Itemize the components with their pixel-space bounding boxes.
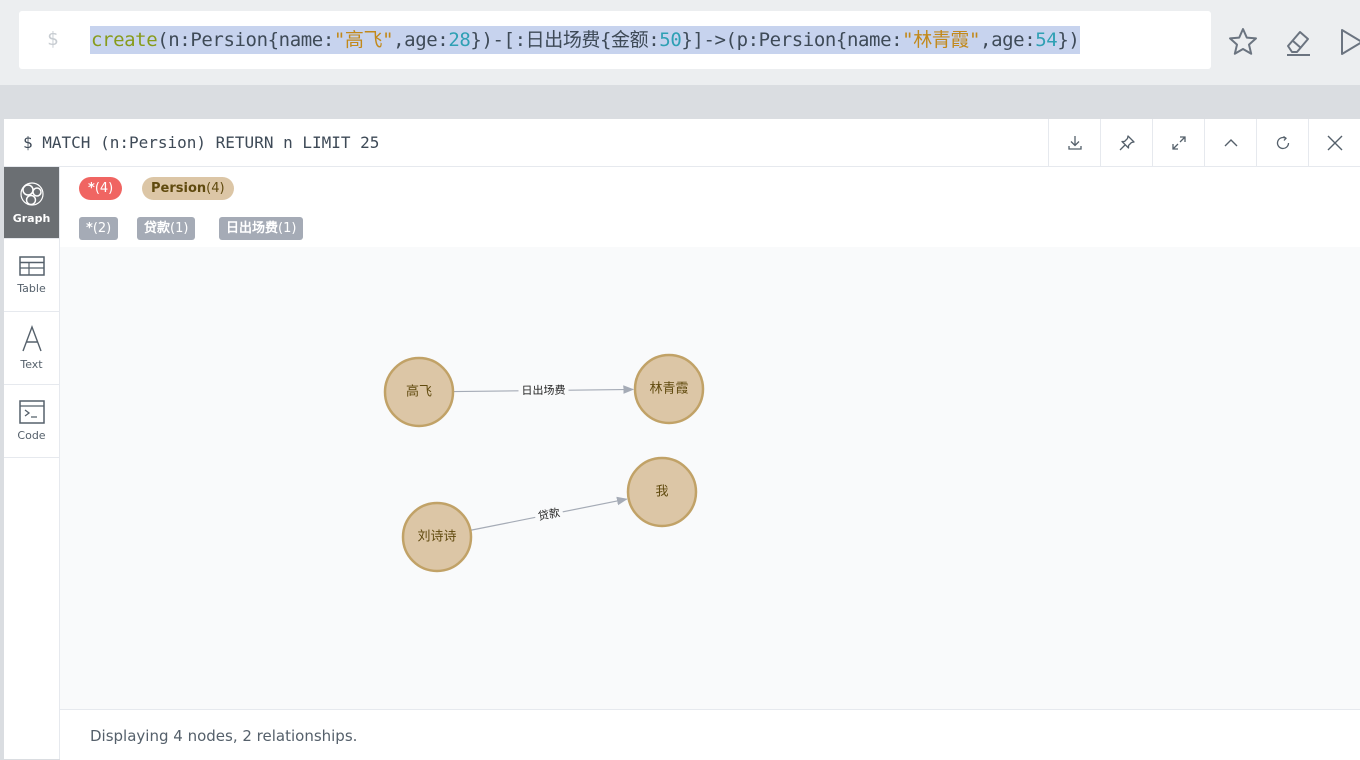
legend-rel-richuchangfei-label: 日出场费 — [226, 221, 279, 236]
graph-icon — [19, 181, 44, 206]
chevron-up-icon — [1224, 138, 1237, 146]
legend-rel-all-count: (2) — [92, 221, 112, 236]
sidebar-item-graph[interactable]: Graph — [4, 167, 59, 239]
expand-icon — [1171, 135, 1186, 150]
relationship-label[interactable]: 日出场费 — [521, 383, 565, 398]
legend-rel-all[interactable]: *(2) — [79, 217, 119, 240]
close-button[interactable] — [1308, 119, 1360, 166]
code-token: 50 — [659, 29, 682, 51]
sidebar-item-text[interactable]: Text — [4, 312, 59, 385]
code-token: 28 — [448, 29, 471, 51]
graph-node-label[interactable]: 刘诗诗 — [417, 530, 456, 545]
sidebar-label-code: Code — [17, 429, 46, 442]
relationship-label[interactable]: 贷款 — [537, 505, 561, 523]
rerun-button[interactable] — [1256, 119, 1308, 166]
code-icon — [18, 400, 45, 424]
sidebar-label-text: Text — [20, 358, 43, 371]
relationship-label-group[interactable]: 贷款 — [533, 504, 565, 525]
editor-code[interactable]: create(n:Persion{name:"高飞",age:28})-[:日出… — [90, 26, 1081, 54]
code-token: 54 — [1035, 29, 1058, 51]
code-token: }]->(p:Persion{name: — [681, 29, 903, 51]
code-token: ,age: — [980, 29, 1036, 51]
text-icon — [21, 325, 42, 352]
graph-node-label[interactable]: 林青霞 — [649, 382, 688, 397]
legend-node-all[interactable]: *(4) — [79, 177, 123, 200]
frame-query[interactable]: $ MATCH (n:Persion) RETURN n LIMIT 25 — [23, 133, 379, 152]
sidebar-item-code[interactable]: Code — [4, 385, 59, 458]
play-icon — [1341, 29, 1360, 55]
legend-rel-daikuan-label: 贷款 — [144, 221, 171, 236]
collapse-button[interactable] — [1204, 119, 1256, 166]
node-label-legend: *(4) Persion(4) — [60, 167, 1360, 208]
legend-node-persion-label: Persion — [151, 181, 207, 196]
frame-actions — [1048, 119, 1360, 166]
pin-button[interactable] — [1100, 119, 1152, 166]
legend-rel-richuchangfei-count: (1) — [278, 221, 297, 236]
legend-node-all-label: * — [88, 181, 95, 196]
legend-node-all-count: (4) — [94, 181, 114, 196]
eraser-icon — [1287, 31, 1310, 56]
sidebar-item-table[interactable]: Table — [4, 239, 59, 312]
close-icon — [1327, 135, 1342, 150]
legend-node-persion[interactable]: Persion(4) — [142, 177, 234, 200]
code-token: ,age: — [393, 29, 449, 51]
legend-rel-all-label: * — [86, 221, 93, 236]
download-icon — [1067, 135, 1082, 150]
favorite-button[interactable] — [1223, 22, 1263, 62]
legend-rel-richuchangfei[interactable]: 日出场费(1) — [219, 217, 304, 240]
code-token: "林青霞" — [902, 29, 981, 51]
editor-bar: $ create(n:Persion{name:"高飞",age:28})-[:… — [0, 0, 1360, 85]
fullscreen-button[interactable] — [1152, 119, 1204, 166]
legend-node-persion-count: (4) — [206, 181, 225, 196]
code-token: "高飞" — [333, 29, 394, 51]
sidebar-label-graph: Graph — [12, 211, 51, 225]
legend-rel-daikuan[interactable]: 贷款(1) — [137, 217, 196, 240]
code-token: create — [91, 29, 158, 51]
download-button[interactable] — [1048, 119, 1100, 166]
graph-node-label[interactable]: 我 — [655, 485, 668, 500]
code-token: }) — [1057, 29, 1080, 51]
refresh-icon — [1276, 135, 1289, 149]
code-token: (n:Persion{name: — [157, 29, 334, 51]
status-bar: Displaying 4 nodes, 2 relationships. — [60, 709, 1360, 760]
sidebar-label-table: Table — [17, 282, 46, 295]
graph-canvas[interactable]: 日出场费贷款 高飞 林青霞刘诗诗 我 — [60, 247, 1360, 709]
graph-node-label[interactable]: 高飞 — [406, 384, 432, 400]
relationship-label-group[interactable]: 日出场费 — [518, 383, 569, 398]
code-token: })-[:日出场费{金额: — [470, 29, 660, 51]
view-sidebar: Graph Table Text Code — [4, 167, 60, 759]
table-icon — [18, 256, 45, 276]
pin-icon — [1119, 134, 1135, 150]
legend-rel-daikuan-count: (1) — [170, 221, 189, 236]
frame-header: $ MATCH (n:Persion) RETURN n LIMIT 25 — [4, 119, 1360, 167]
result-frame: $ MATCH (n:Persion) RETURN n LIMIT 25 Gr… — [4, 119, 1360, 760]
run-button[interactable] — [1330, 22, 1360, 62]
relationship-type-legend: *(2) 贷款(1) 日出场费(1) — [60, 207, 1360, 248]
star-icon — [1229, 28, 1257, 55]
editor-prompt: $ — [47, 28, 59, 50]
graph-svg[interactable]: 日出场费贷款 高飞 林青霞刘诗诗 我 — [60, 247, 1360, 709]
status-text: Displaying 4 nodes, 2 relationships. — [90, 727, 358, 745]
clear-button[interactable] — [1278, 22, 1318, 62]
